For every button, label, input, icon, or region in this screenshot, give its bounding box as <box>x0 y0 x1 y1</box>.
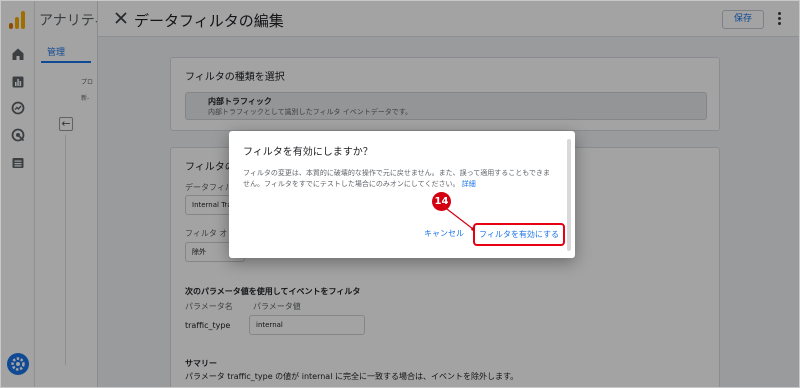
dialog-body-text: フィルタの変更は、本質的に破壊的な操作で元に戻せません。また、誤って適用すること… <box>243 169 551 188</box>
cancel-button[interactable]: キャンセル <box>421 226 467 242</box>
dialog-title: フィルタを有効にしますか？ <box>243 147 373 158</box>
step-badge: 14 <box>432 192 451 211</box>
enable-filter-button[interactable]: フィルタを有効にする <box>473 223 565 246</box>
learn-more-link[interactable]: 詳細 <box>462 180 476 188</box>
dialog-body: フィルタの変更は、本質的に破壊的な操作で元に戻せません。また、誤って適用すること… <box>243 168 553 190</box>
screen: アナリティ 管理 プロ 新- ← データフィルタの編集 保存 フィルタの種類を選… <box>0 0 800 388</box>
enable-filter-dialog: フィルタを有効にしますか？ フィルタの変更は、本質的に破壊的な操作で元に戻せませ… <box>229 131 575 258</box>
dialog-scrollbar[interactable] <box>567 139 571 251</box>
